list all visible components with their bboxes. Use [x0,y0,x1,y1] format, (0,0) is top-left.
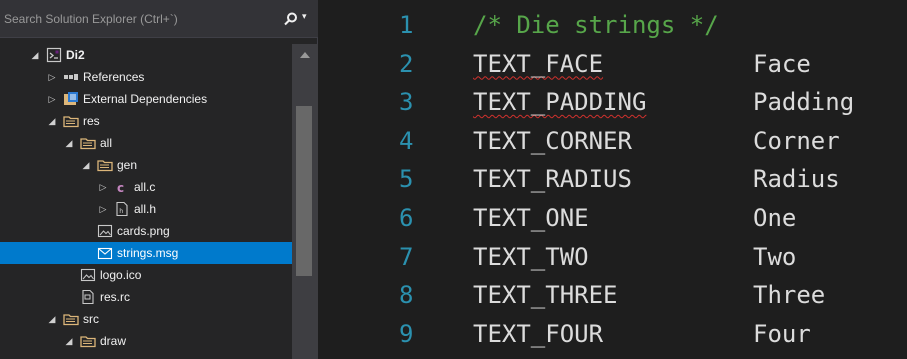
tree-item-label: strings.msg [117,246,179,260]
tree-item-label: all [100,136,113,150]
tree-item-external-dependencies[interactable]: ▷ External Dependencies [0,88,292,110]
tree-item-label: all.h [134,202,157,216]
string-key: TEXT_FOUR [473,319,604,348]
tree-item-label: res [83,114,100,128]
tree-item-all-h[interactable]: ▷ h all.h [0,198,292,220]
string-key: TEXT_ONE [473,204,589,232]
tree-item-draw[interactable]: ◢ draw [0,330,292,352]
collapsed-arrow-icon[interactable]: ▷ [47,88,57,110]
expanded-arrow-icon[interactable]: ◢ [47,308,57,330]
filter-folder-icon [80,333,96,349]
svg-text:h: h [119,207,123,215]
tree-item-label: res.rc [100,290,130,304]
expanded-arrow-icon[interactable]: ◢ [30,44,40,66]
filter-folder-icon [80,135,96,151]
code-line[interactable]: 4 TEXT_CORNER Corner [341,122,907,160]
tree-item-src[interactable]: ◢ src [0,308,292,330]
image-file-icon [80,267,96,283]
header-file-icon: h [114,201,130,217]
tree-item-label: cards.png [117,224,170,238]
string-key: TEXT_TWO [473,242,589,271]
tree-item-label: Di2 [66,48,85,62]
tree-item-references[interactable]: ▷ References [0,66,292,88]
line-number: 9 [399,319,414,348]
collapsed-arrow-icon[interactable]: ▷ [47,66,57,88]
code-line[interactable]: 6 TEXT_ONE One [341,199,907,237]
code-line[interactable]: 5 TEXT_RADIUS Radius [341,160,907,198]
code-line[interactable]: 7 TEXT_TWO Two [341,238,907,276]
line-number: 7 [399,242,414,271]
line-number: 2 [399,49,414,78]
expanded-arrow-icon[interactable]: ◢ [47,110,57,132]
string-key: TEXT_RADIUS [473,165,632,194]
tree-item-all[interactable]: ◢ all [0,132,292,154]
string-key: TEXT_FACE [473,49,604,78]
code-line[interactable]: 8 TEXT_THREE Three [341,276,907,314]
code-comment: /* Die strings */ [473,11,719,39]
tree-item-label: all.c [134,180,156,194]
tree-item-strings-msg[interactable]: strings.msg [0,242,292,264]
search-icon [284,12,297,26]
tree-item-res[interactable]: ◢ res [0,110,292,132]
svg-text:c: c [117,181,124,195]
string-value: Radius [753,165,840,194]
string-key: TEXT_PADDING [473,88,647,117]
c-source-file-icon: c [114,179,130,195]
code-line[interactable]: 2 TEXT_FACE Face [341,45,907,83]
scroll-up-arrow-icon[interactable] [300,52,310,58]
tree-item-cards-png[interactable]: cards.png [0,220,292,242]
code-editor[interactable]: 1 /* Die strings */ 2 TEXT_FACE Face 3 TEXT_PA… [341,0,907,359]
tree-item-di2[interactable]: ◢ Di2 [0,44,292,66]
string-key: TEXT_THREE [473,281,618,310]
filter-folder-icon [63,311,79,327]
line-number: 1 [399,11,414,39]
tree-item-label: src [83,312,99,326]
string-value: Face [753,49,811,78]
line-number: 3 [399,88,414,117]
string-value: Three [753,281,826,310]
chevron-down-icon: ▾ [302,11,307,21]
line-number: 8 [399,281,414,310]
line-number: 5 [399,165,414,194]
scrollbar-thumb[interactable] [296,106,312,276]
expanded-arrow-icon[interactable]: ◢ [64,132,74,154]
code-line[interactable]: 3 TEXT_PADDING Padding [341,83,907,121]
tree-item-label: gen [117,158,138,172]
string-value: Padding [753,88,855,117]
tree-item-label: References [83,70,145,84]
tree-item-label: draw [100,334,127,348]
tree-item-all-c[interactable]: ▷ c all.c [0,176,292,198]
tree-item-logo-ico[interactable]: logo.ico [0,264,292,286]
solution-project-icon [46,47,62,63]
search-options-button[interactable]: ▾ [282,9,314,29]
expanded-arrow-icon[interactable]: ◢ [64,330,74,352]
code-line[interactable]: 1 /* Die strings */ [341,6,907,44]
filter-folder-icon [63,113,79,129]
external-dependencies-icon [63,91,79,107]
search-input[interactable] [4,9,266,29]
tree-item-gen[interactable]: ◢ gen [0,154,292,176]
string-value: Corner [753,126,840,155]
solution-explorer-panel: ▾ ◢ Di2 ▷ References ▷ External Dependencies ◢… [0,0,318,359]
tree-item-res-rc[interactable]: res.rc [0,286,292,308]
string-key: TEXT_CORNER [473,126,632,155]
resource-file-icon [80,289,96,305]
string-value: One [753,204,797,232]
collapsed-arrow-icon[interactable]: ▷ [98,176,108,198]
string-value: Four [753,319,811,348]
expanded-arrow-icon[interactable]: ◢ [81,154,91,176]
code-line[interactable]: 9 TEXT_FOUR Four [341,315,907,353]
collapsed-arrow-icon[interactable]: ▷ [98,198,108,220]
string-value: Two [753,242,797,271]
tree-item-label: logo.ico [100,268,142,282]
search-bar: ▾ [0,0,318,38]
vertical-scrollbar[interactable] [292,44,318,359]
filter-folder-icon [97,157,113,173]
references-icon [63,69,79,85]
tree-item-label: External Dependencies [83,92,208,106]
message-file-icon [97,245,113,261]
line-number: 6 [399,204,414,232]
image-file-icon [97,223,113,239]
line-number: 4 [399,126,414,155]
